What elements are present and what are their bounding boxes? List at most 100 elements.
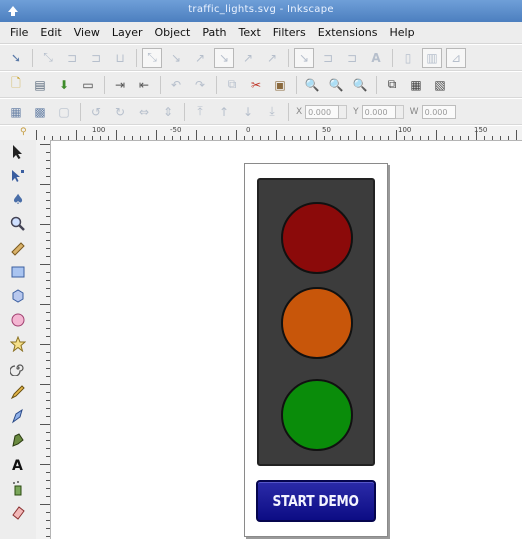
horizontal-ruler[interactable]: 100 -50 0 50 100 150: [34, 126, 522, 141]
snap-icon[interactable]: ⊐: [342, 48, 362, 68]
menu-help[interactable]: Help: [383, 26, 420, 39]
separator: [392, 48, 393, 67]
measure-icon[interactable]: [8, 238, 28, 258]
raise-icon[interactable]: ↑: [214, 102, 234, 122]
separator: [80, 102, 81, 121]
lower-icon[interactable]: ↓: [238, 102, 258, 122]
unlink-clone-icon[interactable]: ▧: [430, 75, 450, 95]
rotate-ccw-icon[interactable]: ↺: [86, 102, 106, 122]
cut-icon[interactable]: ✂: [246, 75, 266, 95]
save-icon[interactable]: ⬇: [54, 75, 74, 95]
snap-box-icon[interactable]: ⤡: [142, 47, 162, 68]
ruler-tick: [308, 136, 309, 140]
tweak-icon[interactable]: ♠: [8, 190, 28, 210]
menu-file[interactable]: File: [4, 26, 34, 39]
start-demo-button[interactable]: START DEMO: [256, 480, 376, 522]
ruler-tick: [46, 208, 50, 209]
x-field[interactable]: 0.000: [305, 104, 340, 119]
zoom-icon[interactable]: [8, 214, 28, 234]
zoom-page-icon[interactable]: 🔍: [350, 75, 370, 95]
ruler-tick: [420, 136, 421, 140]
snap-icon[interactable]: ↗: [190, 48, 210, 68]
snap-box-icon[interactable]: ↘: [294, 47, 314, 68]
vertical-ruler[interactable]: [36, 140, 51, 539]
menu-path[interactable]: Path: [196, 26, 232, 39]
snap-icon[interactable]: ↗: [262, 48, 282, 68]
clone-icon[interactable]: ▦: [406, 75, 426, 95]
snap-box-icon[interactable]: ↘: [214, 47, 234, 68]
guide-icon[interactable]: ⊿: [446, 47, 466, 68]
zoom-drawing-icon[interactable]: 🔍: [326, 75, 346, 95]
ruler-tick: [460, 136, 461, 140]
select-all-layers-icon[interactable]: ▩: [30, 102, 50, 122]
node-select-icon[interactable]: ➘: [6, 48, 26, 68]
ruler-tick: [484, 136, 485, 140]
page-icon[interactable]: ▯: [398, 48, 418, 68]
menu-layer[interactable]: Layer: [106, 26, 149, 39]
amber-light[interactable]: [281, 287, 353, 359]
open-icon[interactable]: ▤: [30, 75, 50, 95]
deselect-icon[interactable]: ▢: [54, 102, 74, 122]
flip-vertical-icon[interactable]: ⇕: [158, 102, 178, 122]
pen-icon[interactable]: [8, 406, 28, 426]
import-icon[interactable]: ⇥: [110, 75, 130, 95]
pencil-icon[interactable]: [8, 382, 28, 402]
drawing-canvas[interactable]: START DEMO: [51, 141, 522, 539]
snap-icon[interactable]: ⊐: [62, 48, 82, 68]
ellipse-icon[interactable]: [8, 310, 28, 330]
snap-icon[interactable]: ↘: [166, 48, 186, 68]
node-icon[interactable]: [8, 166, 28, 186]
lock-guides-icon[interactable]: ⚲: [20, 127, 27, 137]
green-light[interactable]: [281, 379, 353, 451]
menu-edit[interactable]: Edit: [34, 26, 67, 39]
export-icon[interactable]: ⇤: [134, 75, 154, 95]
rectangle-icon[interactable]: [8, 262, 28, 282]
ruler-tick: [268, 136, 269, 140]
star-icon[interactable]: [8, 334, 28, 354]
redo-icon[interactable]: ↷: [190, 75, 210, 95]
y-field[interactable]: 0.000: [361, 104, 396, 119]
menu-text[interactable]: Text: [233, 26, 267, 39]
spray-icon[interactable]: [8, 478, 28, 498]
w-field[interactable]: 0.000: [421, 104, 456, 119]
red-light[interactable]: [281, 202, 353, 274]
ruler-tick: [428, 136, 429, 140]
lower-to-bottom-icon[interactable]: ⤓: [262, 102, 282, 122]
snap-icon[interactable]: ⤡: [38, 48, 58, 68]
selector-icon[interactable]: [8, 142, 28, 162]
snap-icon[interactable]: ⊐: [318, 48, 338, 68]
text-snap-icon[interactable]: A: [366, 48, 386, 68]
menu-view[interactable]: View: [68, 26, 106, 39]
rotate-cw-icon[interactable]: ↻: [110, 102, 130, 122]
eraser-icon[interactable]: [8, 502, 28, 522]
flip-horizontal-icon[interactable]: ⇔: [134, 102, 154, 122]
snap-icon[interactable]: ⊐: [86, 48, 106, 68]
spiral-icon[interactable]: [8, 358, 28, 378]
ruler-tick: [444, 136, 445, 140]
menu-filters[interactable]: Filters: [267, 26, 312, 39]
ruler-tick: [388, 136, 389, 140]
text-icon[interactable]: A: [8, 454, 28, 474]
y-spinner[interactable]: [395, 104, 404, 119]
grid-icon[interactable]: ▥: [422, 47, 442, 68]
snap-icon[interactable]: ↗: [238, 48, 258, 68]
ruler-tick: [252, 136, 253, 140]
zoom-selection-icon[interactable]: 🔍: [302, 75, 322, 95]
raise-to-top-icon[interactable]: ⤒: [190, 102, 210, 122]
calligraphy-icon[interactable]: [8, 430, 28, 450]
undo-icon[interactable]: ↶: [166, 75, 186, 95]
paste-icon[interactable]: ▣: [270, 75, 290, 95]
page-border: START DEMO: [244, 163, 388, 537]
snap-icon[interactable]: ⊔: [110, 48, 130, 68]
menu-extensions[interactable]: Extensions: [312, 26, 384, 39]
select-all-icon[interactable]: ▦: [6, 102, 26, 122]
x-spinner[interactable]: [339, 104, 348, 119]
print-icon[interactable]: ▭: [78, 75, 98, 95]
new-document-icon[interactable]: 🗋: [6, 75, 26, 95]
box-3d-icon[interactable]: [8, 286, 28, 306]
ruler-tick: [284, 136, 285, 140]
duplicate-icon[interactable]: ⧉: [382, 75, 402, 95]
menu-object[interactable]: Object: [149, 26, 197, 39]
traffic-light-housing[interactable]: [257, 178, 375, 466]
copy-icon[interactable]: ⧉: [222, 75, 242, 95]
